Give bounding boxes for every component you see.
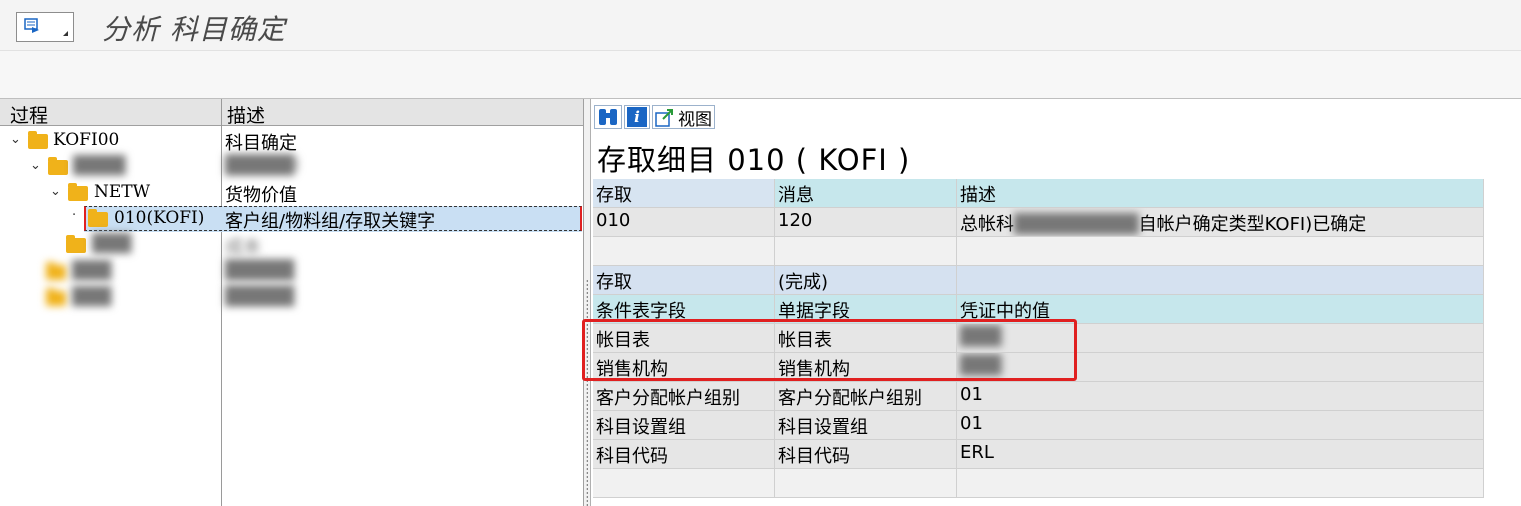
col-header-message[interactable]: 消息 bbox=[775, 179, 957, 208]
cell-message: (完成) bbox=[775, 266, 957, 295]
table-row-empty bbox=[593, 237, 1484, 266]
col-header-access[interactable]: 存取 bbox=[593, 179, 775, 208]
col-header-cond-field[interactable]: 条件表字段 bbox=[593, 295, 775, 324]
chevron-down-icon[interactable]: ⌄ bbox=[10, 132, 21, 147]
col-header-description[interactable]: 描述 bbox=[957, 179, 1484, 208]
value-redacted: ███ bbox=[960, 326, 1002, 347]
table-row-status[interactable]: 存取 (完成) bbox=[593, 266, 1484, 295]
folder-icon bbox=[46, 262, 66, 280]
leaf-dot-icon: · bbox=[72, 208, 77, 223]
tree-node-label: KOFI00 bbox=[53, 130, 120, 150]
menu-icon bbox=[24, 18, 39, 33]
tree-node-label: ███ bbox=[92, 234, 132, 254]
cell-cond-field: 客户分配帐户组别 bbox=[593, 382, 775, 411]
desc-redacted: █████████ bbox=[1014, 214, 1139, 235]
detail-toolbar: i 视图 bbox=[594, 105, 715, 131]
tree-node-label: ████ bbox=[73, 156, 126, 176]
tree-node-desc: 成本 bbox=[225, 237, 261, 258]
pane-splitter[interactable] bbox=[584, 99, 591, 506]
cell-access: 存取 bbox=[593, 266, 775, 295]
col-header-process[interactable]: 过程 bbox=[10, 101, 48, 128]
value-redacted: ███ bbox=[960, 355, 1002, 376]
cell-value: ███ bbox=[957, 324, 1484, 353]
table-row[interactable]: 010 120 总帐科█████████自帐户确定类型KOFI)已确定 bbox=[593, 208, 1484, 237]
table-row[interactable]: 客户分配帐户组别 客户分配帐户组别 01 bbox=[593, 382, 1484, 411]
view-icon bbox=[655, 109, 673, 127]
cell-value: 01 bbox=[957, 382, 1484, 411]
tree-node-desc: █████ bbox=[225, 286, 295, 307]
application-toolbar bbox=[0, 51, 1521, 99]
cell-doc-field: 科目代码 bbox=[775, 440, 957, 469]
view-label: 视图 bbox=[678, 109, 712, 130]
dropdown-arrow-icon bbox=[63, 31, 68, 36]
title-bar: 分析 科目确定 bbox=[0, 0, 1521, 51]
cell-doc-field: 帐目表 bbox=[775, 324, 957, 353]
binoculars-icon bbox=[599, 109, 617, 125]
col-header-doc-value[interactable]: 凭证中的值 bbox=[957, 295, 1484, 324]
cell-value: ███ bbox=[957, 353, 1484, 382]
folder-icon bbox=[48, 157, 68, 175]
tree-node[interactable]: ███ 成本 bbox=[0, 232, 583, 258]
table-row[interactable]: 销售机构 销售机构 ███ bbox=[593, 353, 1484, 382]
find-button[interactable] bbox=[594, 105, 622, 129]
access-detail-pane: i 视图 存取细目 010 ( KOFI ) 存取 消息 描述 010 120 … bbox=[591, 99, 1521, 506]
cell-cond-field: 销售机构 bbox=[593, 353, 775, 382]
cell-value: ERL bbox=[957, 440, 1484, 469]
tree-node[interactable]: ███ █████ bbox=[0, 285, 583, 311]
tree-node-label: ███ bbox=[72, 261, 112, 281]
table-row-empty bbox=[593, 469, 1484, 498]
process-tree: 过程 描述 ⌄ KOFI00 科目确定 ⌄ ████ █████l ⌄ NETW… bbox=[0, 99, 584, 506]
tree-node-desc: █████ bbox=[225, 260, 295, 281]
tree-node[interactable]: ███ █████ bbox=[0, 259, 583, 285]
tree-node-netw[interactable]: ⌄ NETW 货物价值 bbox=[0, 180, 583, 206]
table-row[interactable]: 帐目表 帐目表 ███ bbox=[593, 324, 1484, 353]
table-row[interactable]: 科目设置组 科目设置组 01 bbox=[593, 411, 1484, 440]
page-title: 分析 科目确定 bbox=[102, 13, 286, 46]
selection-outline bbox=[84, 206, 582, 231]
tree-node-label: ███ bbox=[72, 287, 112, 307]
cell-doc-field: 客户分配帐户组别 bbox=[775, 382, 957, 411]
cell-cond-field: 帐目表 bbox=[593, 324, 775, 353]
tree-node[interactable]: ⌄ ████ █████l bbox=[0, 154, 583, 180]
tree-node-kofi00[interactable]: ⌄ KOFI00 科目确定 bbox=[0, 128, 583, 154]
folder-icon bbox=[46, 288, 66, 306]
cell-cond-field: 科目代码 bbox=[593, 440, 775, 469]
table-row[interactable]: 科目代码 科目代码 ERL bbox=[593, 440, 1484, 469]
chevron-down-icon[interactable]: ⌄ bbox=[30, 158, 41, 173]
tree-node-desc: 货物价值 bbox=[225, 185, 297, 206]
field-header-row: 条件表字段 单据字段 凭证中的值 bbox=[593, 295, 1484, 324]
info-icon: i bbox=[627, 107, 647, 127]
cell-cond-field: 科目设置组 bbox=[593, 411, 775, 440]
folder-icon bbox=[66, 235, 86, 253]
cell-value: 01 bbox=[957, 411, 1484, 440]
col-header-description[interactable]: 描述 bbox=[227, 101, 265, 128]
cell-message: 120 bbox=[775, 208, 957, 237]
menu-button[interactable] bbox=[16, 12, 74, 42]
desc-suffix: 自帐户确定类型KOFI)已确定 bbox=[1138, 214, 1367, 235]
tree-node-desc: 科目确定 bbox=[225, 133, 297, 154]
cell-doc-field: 科目设置组 bbox=[775, 411, 957, 440]
tree-node-desc: █████l bbox=[225, 155, 300, 176]
folder-icon bbox=[28, 131, 48, 149]
view-button[interactable]: 视图 bbox=[652, 105, 715, 130]
info-button[interactable]: i bbox=[624, 105, 650, 129]
cell-description: 总帐科█████████自帐户确定类型KOFI)已确定 bbox=[957, 208, 1484, 237]
folder-icon bbox=[68, 183, 88, 201]
col-header-doc-field[interactable]: 单据字段 bbox=[775, 295, 957, 324]
table-header-row: 存取 消息 描述 bbox=[593, 179, 1484, 208]
cell-doc-field: 销售机构 bbox=[775, 353, 957, 382]
tree-header: 过程 描述 bbox=[0, 99, 583, 128]
detail-title: 存取细目 010 ( KOFI ) bbox=[597, 143, 911, 177]
tree-node-label: NETW bbox=[94, 182, 151, 202]
desc-prefix: 总帐科 bbox=[960, 214, 1014, 235]
cell-access: 010 bbox=[593, 208, 775, 237]
chevron-down-icon[interactable]: ⌄ bbox=[50, 184, 61, 199]
